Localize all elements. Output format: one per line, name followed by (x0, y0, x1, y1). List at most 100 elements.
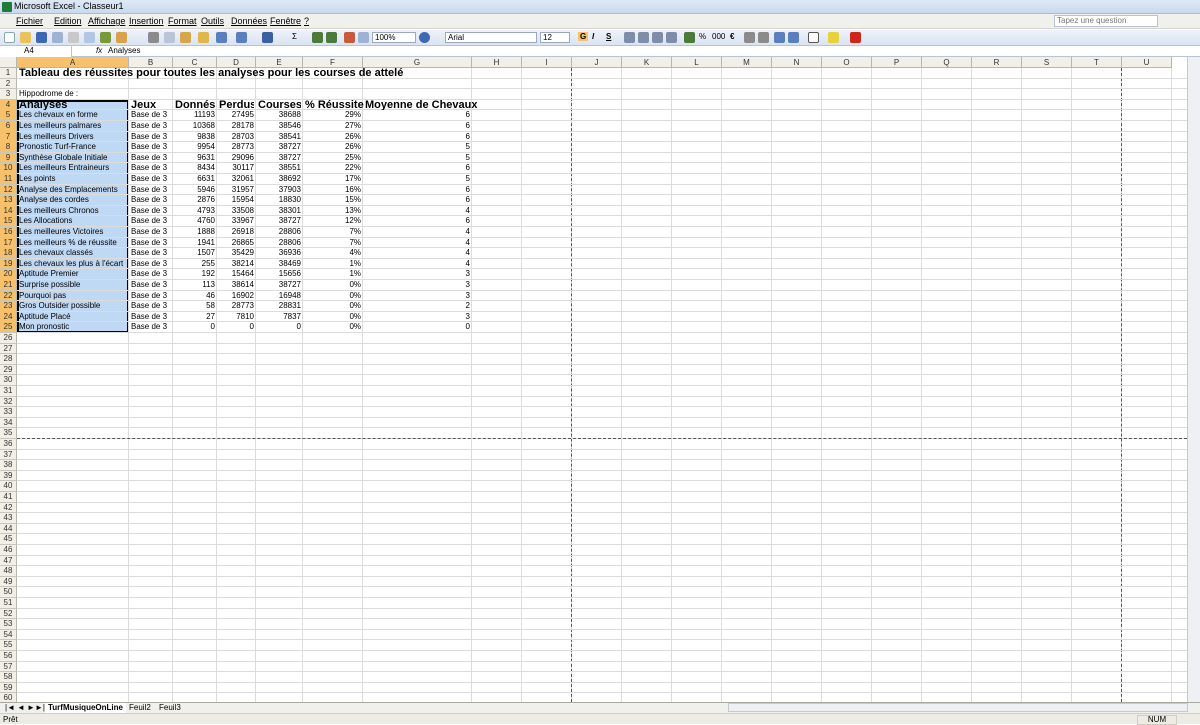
name-box[interactable]: A4 (0, 46, 72, 57)
row-header-51[interactable]: 51 (0, 598, 17, 609)
column-header-m[interactable]: M (722, 57, 772, 68)
copy-icon[interactable] (164, 32, 175, 43)
data-cell[interactable]: Base de 3 (131, 259, 171, 269)
italic-button[interactable]: I (592, 32, 594, 41)
data-cell[interactable]: 5 (365, 142, 470, 152)
euro-button[interactable]: € (730, 32, 734, 41)
column-header-n[interactable]: N (772, 57, 822, 68)
research-icon[interactable] (116, 32, 127, 43)
column-header-q[interactable]: Q (922, 57, 972, 68)
column-header-u[interactable]: U (1122, 57, 1172, 68)
data-cell[interactable]: 27% (305, 121, 361, 131)
data-cell[interactable]: 28773 (219, 301, 254, 311)
column-header-i[interactable]: I (522, 57, 572, 68)
data-cell[interactable]: 28178 (219, 121, 254, 131)
row-header-8[interactable]: 8 (0, 142, 17, 153)
row-header-34[interactable]: 34 (0, 417, 17, 429)
data-cell[interactable]: 7% (305, 227, 361, 237)
data-cell[interactable]: 15464 (219, 269, 254, 279)
data-cell[interactable]: Analyse des cordes (19, 195, 127, 205)
row-header-41[interactable]: 41 (0, 492, 17, 503)
drawing-icon[interactable] (358, 32, 369, 43)
row-header-21[interactable]: 21 (0, 280, 17, 291)
row-header-14[interactable]: 14 (0, 205, 17, 217)
data-cell[interactable]: Les chevaux classés (19, 248, 127, 258)
data-cell[interactable]: 9631 (175, 153, 215, 163)
row-header-15[interactable]: 15 (0, 216, 17, 227)
format-painter-icon[interactable] (198, 32, 209, 43)
data-cell[interactable]: 8434 (175, 163, 215, 173)
data-cell[interactable]: Surprise possible (19, 280, 127, 290)
data-cell[interactable]: Base de 3 (131, 301, 171, 311)
row-header-47[interactable]: 47 (0, 555, 17, 567)
data-cell[interactable]: 38692 (258, 174, 301, 184)
column-header-l[interactable]: L (672, 57, 722, 68)
cut-icon[interactable] (148, 32, 159, 43)
currency-icon[interactable] (684, 32, 695, 43)
data-cell[interactable]: Mon pronostic (19, 322, 127, 332)
row-header-13[interactable]: 13 (0, 195, 17, 206)
data-cell[interactable]: Pronostic Turf-France (19, 142, 127, 152)
data-cell[interactable]: 3 (365, 312, 470, 322)
decrease-decimal-icon[interactable] (758, 32, 769, 43)
column-header-g[interactable]: G (363, 57, 472, 68)
column-header-p[interactable]: P (872, 57, 922, 68)
data-cell[interactable]: 6 (365, 163, 470, 173)
column-header-t[interactable]: T (1072, 57, 1122, 68)
column-header-o[interactable]: O (822, 57, 872, 68)
data-cell[interactable]: Base de 3 (131, 185, 171, 195)
data-cell[interactable]: 1888 (175, 227, 215, 237)
data-cell[interactable]: 33967 (219, 216, 254, 226)
row-header-36[interactable]: 36 (0, 439, 17, 450)
data-cell[interactable]: 27495 (219, 110, 254, 120)
header-cell[interactable]: Courses (258, 100, 301, 111)
data-cell[interactable]: 4% (305, 248, 361, 258)
data-cell[interactable]: Les chevaux en forme (19, 110, 127, 120)
data-cell[interactable]: 6 (365, 195, 470, 205)
data-cell[interactable]: 38727 (258, 153, 301, 163)
row-header-27[interactable]: 27 (0, 343, 17, 355)
data-cell[interactable]: 0% (305, 291, 361, 301)
data-cell[interactable]: 15954 (219, 195, 254, 205)
data-cell[interactable]: 35429 (219, 248, 254, 258)
data-cell[interactable]: Pourquoi pas (19, 291, 127, 301)
row-header-16[interactable]: 16 (0, 227, 17, 238)
data-cell[interactable]: 30117 (219, 163, 254, 173)
align-center-icon[interactable] (638, 32, 649, 43)
data-cell[interactable]: 0% (305, 322, 361, 332)
header-cell[interactable]: Moyenne de Chevaux (365, 100, 485, 111)
row-header-2[interactable]: 2 (0, 78, 17, 90)
row-header-45[interactable]: 45 (0, 534, 17, 545)
data-cell[interactable]: 10368 (175, 121, 215, 131)
data-cell[interactable]: Les meilleurs Entraineurs (19, 163, 127, 173)
data-cell[interactable]: 38614 (219, 280, 254, 290)
data-cell[interactable]: 17% (305, 174, 361, 184)
row-header-24[interactable]: 24 (0, 311, 17, 323)
data-cell[interactable]: 38214 (219, 259, 254, 269)
row-header-39[interactable]: 39 (0, 470, 17, 482)
data-cell[interactable]: 38727 (258, 142, 301, 152)
row-header-32[interactable]: 32 (0, 396, 17, 408)
hyperlink-icon[interactable] (262, 32, 273, 43)
data-cell[interactable]: 38688 (258, 110, 301, 120)
row-header-4[interactable]: 4 (0, 99, 17, 111)
data-cell[interactable]: Base de 3 (131, 142, 171, 152)
data-cell[interactable]: 38541 (258, 132, 301, 142)
data-cell[interactable]: 0 (258, 322, 301, 332)
percent-button[interactable]: % (699, 32, 706, 41)
data-cell[interactable]: 26865 (219, 238, 254, 248)
data-cell[interactable]: Base de 3 (131, 110, 171, 120)
print-icon[interactable] (68, 32, 79, 43)
data-cell[interactable]: Base de 3 (131, 216, 171, 226)
data-cell[interactable]: 0% (305, 312, 361, 322)
data-cell[interactable]: 22% (305, 163, 361, 173)
merge-center-icon[interactable] (666, 32, 677, 43)
header-cell[interactable]: Jeux (131, 100, 171, 111)
column-header-r[interactable]: R (972, 57, 1022, 68)
menu-insertion[interactable]: Insertion (129, 16, 164, 26)
column-header-e[interactable]: E (256, 57, 303, 68)
row-header-5[interactable]: 5 (0, 110, 17, 121)
data-cell[interactable]: Base de 3 (131, 163, 171, 173)
zoom-select[interactable]: 100% (372, 32, 416, 43)
data-cell[interactable]: 16% (305, 185, 361, 195)
